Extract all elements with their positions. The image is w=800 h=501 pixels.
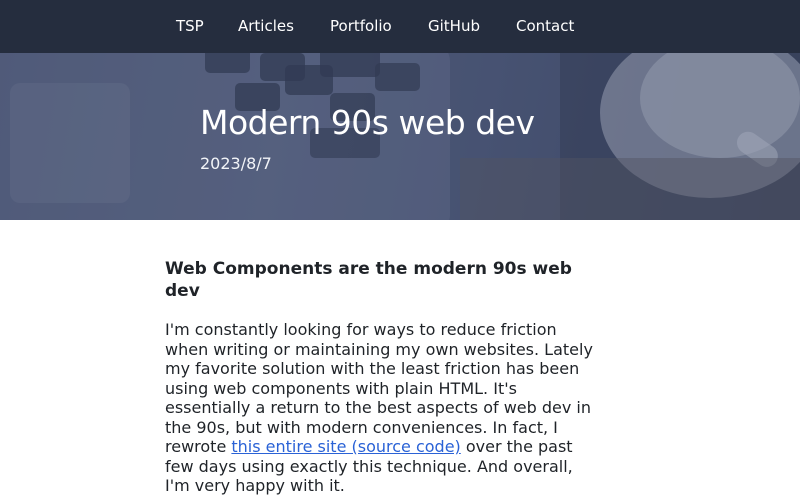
top-navigation: TSP Articles Portfolio GitHub Contact xyxy=(0,0,800,53)
nav-link-portfolio[interactable]: Portfolio xyxy=(330,16,392,36)
section-heading: Web Components are the modern 90s web de… xyxy=(165,259,572,301)
paragraph-text-start: I'm constantly looking for ways to reduc… xyxy=(165,320,593,456)
nav-link-tsp[interactable]: TSP xyxy=(176,16,204,36)
nav-link-contact[interactable]: Contact xyxy=(516,16,574,36)
post-date: 2023/8/7 xyxy=(200,154,272,173)
source-code-link[interactable]: this entire site (source code) xyxy=(231,437,460,456)
intro-paragraph: I'm constantly looking for ways to reduc… xyxy=(165,320,595,496)
hero-banner: Modern 90s web dev 2023/8/7 xyxy=(0,53,800,220)
article-content: Web Components are the modern 90s web de… xyxy=(165,258,595,496)
nav-link-articles[interactable]: Articles xyxy=(238,16,294,36)
page-title: Modern 90s web dev xyxy=(200,103,535,142)
nav-link-github[interactable]: GitHub xyxy=(428,16,480,36)
